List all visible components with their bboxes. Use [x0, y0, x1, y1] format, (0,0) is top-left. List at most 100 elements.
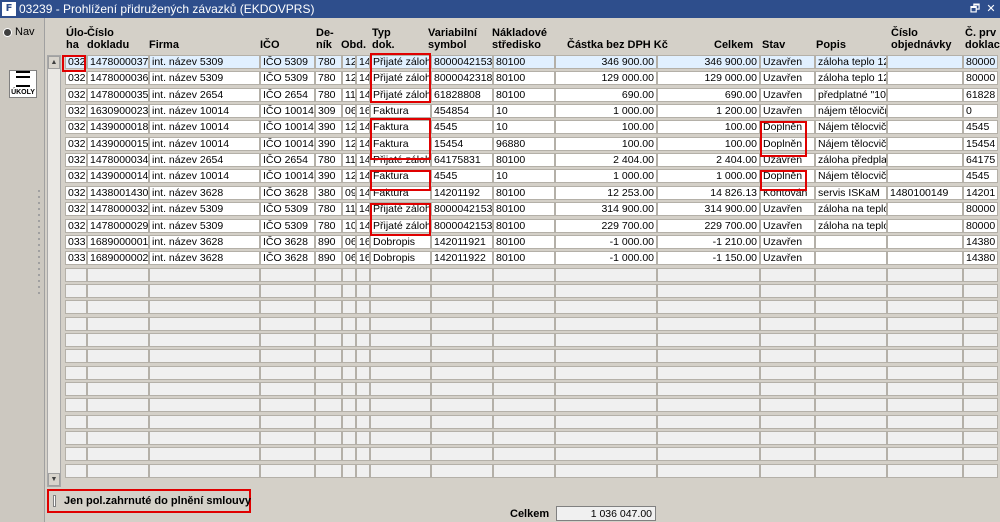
table-row[interactable]: 032 1478000034 int. název 2654 IČO 2654 780 1…: [62, 153, 998, 168]
cell-ico[interactable]: IČO 3628: [260, 186, 315, 200]
cell-ns[interactable]: [493, 398, 555, 412]
cell-obd[interactable]: [342, 464, 356, 478]
cell-denik[interactable]: 780: [315, 55, 342, 69]
cell-x[interactable]: 14: [356, 169, 370, 183]
cell-celkem[interactable]: [657, 415, 760, 429]
cell-celkem[interactable]: 1 000.00: [657, 169, 760, 183]
cell-ns[interactable]: 80100: [493, 153, 555, 167]
cell-doklad[interactable]: 1439000018: [87, 120, 149, 134]
cell-bezdph[interactable]: [555, 382, 657, 396]
cell-x[interactable]: 14: [356, 88, 370, 102]
cell-typ[interactable]: [370, 333, 431, 347]
cell-uloha[interactable]: 032: [65, 219, 87, 233]
cell-vs[interactable]: 8000042153: [431, 219, 493, 233]
cell-firma[interactable]: [149, 268, 260, 282]
cell-uloha[interactable]: [65, 464, 87, 478]
cell-typ[interactable]: Faktura: [370, 120, 431, 134]
cell-celkem[interactable]: 100.00: [657, 120, 760, 134]
cell-stav[interactable]: Doplněn: [760, 137, 815, 151]
cell-prv[interactable]: 80000: [963, 55, 998, 69]
cell-uloha[interactable]: [65, 366, 87, 380]
cell-obd[interactable]: 12: [342, 120, 356, 134]
cell-ico[interactable]: IČO 10014: [260, 120, 315, 134]
cell-objednavka[interactable]: [887, 169, 963, 183]
cell-denik[interactable]: 780: [315, 153, 342, 167]
cell-doklad[interactable]: 1438001430: [87, 186, 149, 200]
cell-prv[interactable]: 14380: [963, 251, 998, 265]
cell-prv[interactable]: 0: [963, 104, 998, 118]
cell-uloha[interactable]: 032: [65, 55, 87, 69]
cell-objednavka[interactable]: [887, 88, 963, 102]
cell-bezdph[interactable]: 1 000.00: [555, 169, 657, 183]
cell-x[interactable]: 14: [356, 137, 370, 151]
cell-obd[interactable]: [342, 398, 356, 412]
cell-uloha[interactable]: [65, 268, 87, 282]
cell-popis[interactable]: předplatné "10(: [815, 88, 887, 102]
cell-popis[interactable]: [815, 333, 887, 347]
column-header-bezdph-2[interactable]: Částka bez DPH Kč: [567, 39, 668, 51]
cell-ico[interactable]: IČO 2654: [260, 153, 315, 167]
cell-vs[interactable]: 8000042153: [431, 202, 493, 216]
cell-typ[interactable]: Přijaté záloh: [370, 219, 431, 233]
cell-popis[interactable]: [815, 317, 887, 331]
cell-obd[interactable]: [342, 268, 356, 282]
cell-objednavka[interactable]: [887, 251, 963, 265]
cell-x[interactable]: [356, 284, 370, 298]
cell-denik[interactable]: [315, 300, 342, 314]
cell-bezdph[interactable]: 100.00: [555, 120, 657, 134]
cell-celkem[interactable]: [657, 268, 760, 282]
cell-uloha[interactable]: 032: [65, 202, 87, 216]
cell-x[interactable]: 14: [356, 120, 370, 134]
column-header-doklad-2[interactable]: dokladu: [87, 39, 129, 51]
cell-typ[interactable]: Přijaté záloh: [370, 55, 431, 69]
cell-objednavka[interactable]: [887, 349, 963, 363]
cell-obd[interactable]: [342, 333, 356, 347]
cell-uloha[interactable]: 032: [65, 120, 87, 134]
cell-ns[interactable]: [493, 300, 555, 314]
cell-ico[interactable]: IČO 2654: [260, 88, 315, 102]
cell-firma[interactable]: int. název 5309: [149, 202, 260, 216]
cell-prv[interactable]: [963, 415, 998, 429]
cell-stav[interactable]: Uzavřen: [760, 202, 815, 216]
cell-obd[interactable]: 12: [342, 169, 356, 183]
cell-typ[interactable]: Faktura: [370, 186, 431, 200]
cell-uloha[interactable]: 032: [65, 137, 87, 151]
column-header-prv-2[interactable]: doklac: [965, 39, 1000, 51]
column-header-doklad-1[interactable]: Číslo: [87, 27, 114, 39]
cell-typ[interactable]: Dobropis: [370, 235, 431, 249]
cell-stav[interactable]: [760, 268, 815, 282]
cell-obd[interactable]: 06: [342, 104, 356, 118]
cell-denik[interactable]: 780: [315, 71, 342, 85]
cell-ico[interactable]: [260, 300, 315, 314]
cell-x[interactable]: 16: [356, 251, 370, 265]
cell-stav[interactable]: Uzavřen: [760, 55, 815, 69]
cell-objednavka[interactable]: [887, 300, 963, 314]
cell-objednavka[interactable]: [887, 284, 963, 298]
table-row[interactable]: 033 1689000001 int. název 3628 IČO 3628 890 0…: [62, 235, 998, 250]
cell-prv[interactable]: 4545: [963, 120, 998, 134]
empty-row[interactable]: [62, 382, 998, 397]
cell-prv[interactable]: [963, 382, 998, 396]
cell-ico[interactable]: [260, 398, 315, 412]
cell-obd[interactable]: [342, 349, 356, 363]
cell-ico[interactable]: [260, 382, 315, 396]
cell-popis[interactable]: záloha na teplo: [815, 202, 887, 216]
cell-denik[interactable]: [315, 333, 342, 347]
empty-row[interactable]: [62, 349, 998, 364]
column-header-objednavka-1[interactable]: Číslo: [891, 27, 918, 39]
cell-doklad[interactable]: 1689000001: [87, 235, 149, 249]
cell-celkem[interactable]: 129 000.00: [657, 71, 760, 85]
cell-bezdph[interactable]: [555, 284, 657, 298]
cell-celkem[interactable]: [657, 333, 760, 347]
cell-firma[interactable]: [149, 464, 260, 478]
empty-row[interactable]: [62, 447, 998, 462]
cell-x[interactable]: 16: [356, 104, 370, 118]
cell-vs[interactable]: 8000042153: [431, 55, 493, 69]
cell-obd[interactable]: [342, 431, 356, 445]
cell-prv[interactable]: 61828: [963, 88, 998, 102]
cell-x[interactable]: [356, 268, 370, 282]
restore-icon[interactable]: 🗗: [968, 2, 982, 16]
cell-popis[interactable]: [815, 300, 887, 314]
cell-denik[interactable]: 890: [315, 251, 342, 265]
cell-firma[interactable]: [149, 431, 260, 445]
